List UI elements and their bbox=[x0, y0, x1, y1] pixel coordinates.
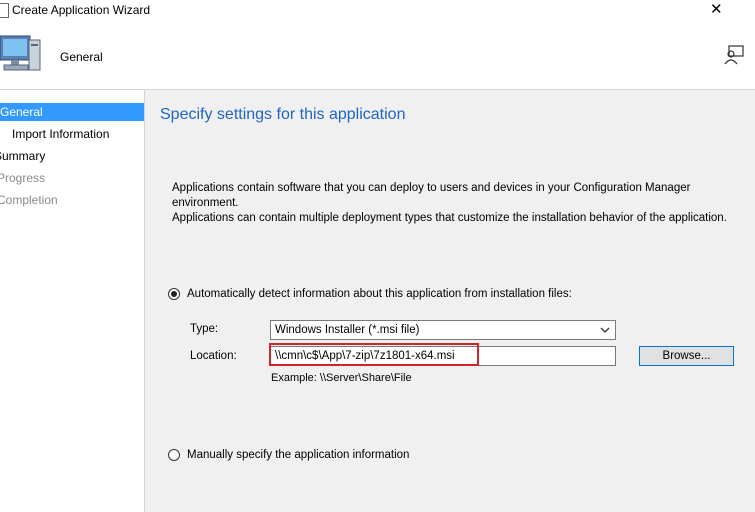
type-select[interactable]: Windows Installer (*.msi file) bbox=[270, 320, 616, 340]
step-general[interactable]: General bbox=[0, 103, 144, 121]
page-title: Specify settings for this application bbox=[160, 106, 406, 123]
browse-button[interactable]: Browse... bbox=[639, 346, 734, 366]
description-line-1: Applications contain software that you c… bbox=[172, 182, 691, 209]
manual-radio[interactable] bbox=[168, 449, 180, 461]
wizard-steps: General Import Information Summary Progr… bbox=[0, 90, 145, 512]
close-icon[interactable]: ✕ bbox=[710, 0, 723, 18]
step-summary[interactable]: Summary bbox=[0, 147, 45, 165]
auto-detect-radio[interactable] bbox=[168, 288, 180, 300]
type-label: Type: bbox=[190, 323, 219, 335]
computer-icon bbox=[0, 35, 41, 71]
location-example: Example: \\Server\Share\File bbox=[271, 372, 412, 384]
manual-option[interactable]: Manually specify the application informa… bbox=[168, 449, 409, 461]
page-name: General bbox=[60, 50, 103, 64]
location-label: Location: bbox=[190, 350, 237, 362]
manual-label: Manually specify the application informa… bbox=[187, 449, 410, 461]
auto-detect-option[interactable]: Automatically detect information about t… bbox=[168, 288, 572, 300]
feedback-icon[interactable] bbox=[723, 44, 745, 66]
wizard-header: General bbox=[0, 22, 755, 90]
type-select-value: Windows Installer (*.msi file) bbox=[275, 324, 420, 336]
auto-detect-label: Automatically detect information about t… bbox=[187, 288, 572, 300]
step-import-information[interactable]: Import Information bbox=[12, 125, 109, 143]
step-completion: Completion bbox=[0, 193, 58, 207]
description-line-2: Applications can contain multiple deploy… bbox=[172, 212, 727, 224]
window-title: Create Application Wizard bbox=[12, 3, 151, 17]
app-icon bbox=[0, 3, 9, 18]
chevron-down-icon bbox=[600, 327, 610, 333]
description: Applications contain software that you c… bbox=[172, 181, 755, 226]
location-input[interactable] bbox=[270, 346, 616, 366]
step-progress: Progress bbox=[0, 171, 46, 185]
title-bar: Create Application Wizard ✕ bbox=[0, 0, 755, 22]
main-panel: Specify settings for this application Ap… bbox=[145, 90, 755, 512]
